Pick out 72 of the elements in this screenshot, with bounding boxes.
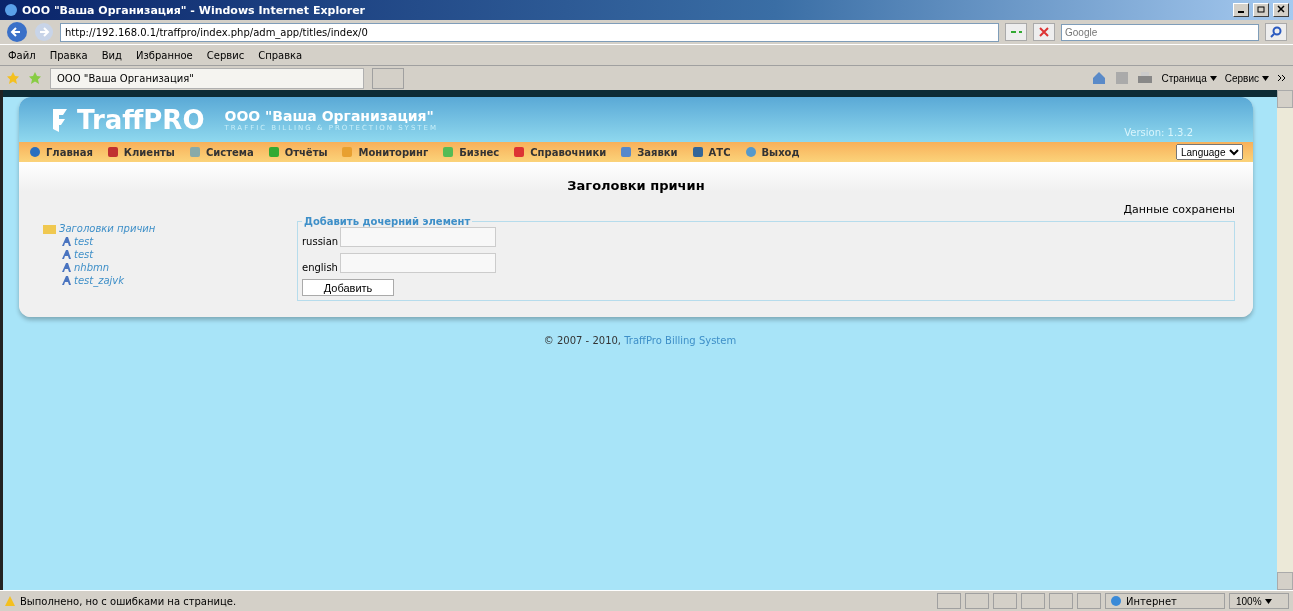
caret-icon bbox=[1264, 598, 1272, 604]
status-pane bbox=[965, 593, 989, 609]
printer-icon[interactable] bbox=[1137, 71, 1154, 85]
status-pane bbox=[1021, 593, 1045, 609]
saved-notice: Данные сохранены bbox=[1122, 203, 1235, 216]
browser-tab[interactable]: ООО "Ваша Организация" bbox=[50, 67, 364, 89]
new-tab-button[interactable] bbox=[372, 67, 404, 89]
command-button[interactable]: Страница bbox=[1161, 72, 1217, 84]
nav-item[interactable]: Отчёты bbox=[267, 146, 328, 158]
version-label: Version: 1.3.2 bbox=[1124, 127, 1193, 138]
address-url: http://192.168.0.1/traffpro/index.php/adm_app/titles/index/0 bbox=[65, 26, 368, 38]
close-icon bbox=[1276, 4, 1286, 14]
menu-item[interactable]: Вид bbox=[101, 49, 122, 61]
add-button[interactable]: Добавить bbox=[302, 279, 394, 296]
nav-item[interactable]: Выход bbox=[744, 146, 800, 158]
menu-item[interactable]: Справка bbox=[258, 49, 303, 61]
menu-item[interactable]: Правка bbox=[49, 49, 88, 61]
menu-item[interactable]: Сервис bbox=[206, 49, 245, 61]
status-pane bbox=[1077, 593, 1101, 609]
star-icon[interactable] bbox=[6, 71, 20, 85]
caret-icon bbox=[1262, 75, 1269, 81]
status-pane bbox=[993, 593, 1017, 609]
input-field[interactable] bbox=[340, 227, 497, 247]
language-select[interactable]: Language bbox=[1176, 144, 1243, 160]
stop-button[interactable] bbox=[1033, 23, 1055, 41]
field-label: russian bbox=[302, 236, 339, 247]
security-zone: Интернет bbox=[1105, 593, 1225, 609]
zoom-button[interactable]: 100% bbox=[1229, 593, 1289, 609]
nav-item[interactable]: Бизнес bbox=[442, 146, 500, 158]
folder-icon bbox=[43, 223, 57, 234]
field-label: english bbox=[302, 262, 338, 273]
search-button[interactable] bbox=[1265, 23, 1287, 41]
page-title: Заголовки причин bbox=[566, 178, 706, 193]
nav-item[interactable]: Клиенты bbox=[106, 146, 175, 158]
forward-icon[interactable] bbox=[34, 22, 54, 42]
nav-item[interactable]: Справочники bbox=[513, 146, 607, 158]
letter-a-icon bbox=[61, 236, 72, 247]
status-pane bbox=[937, 593, 961, 609]
back-icon[interactable] bbox=[6, 21, 28, 43]
input-field[interactable] bbox=[339, 253, 496, 273]
nav-item[interactable]: АТС bbox=[691, 146, 731, 158]
refresh-button[interactable] bbox=[1005, 23, 1027, 41]
menu-item[interactable]: Файл bbox=[8, 49, 36, 61]
address-field[interactable]: http://192.168.0.1/traffpro/index.php/adm_app/titles/index/0 bbox=[60, 22, 999, 42]
scrollbar[interactable] bbox=[1277, 90, 1293, 590]
close-button[interactable] bbox=[1273, 3, 1289, 17]
status-pane bbox=[1049, 593, 1073, 609]
restore-button[interactable] bbox=[1253, 3, 1269, 17]
search-field[interactable]: Google bbox=[1061, 23, 1259, 41]
nav-item[interactable]: Главная bbox=[29, 146, 93, 158]
organization-name: ООО "Ваша Организация" bbox=[224, 107, 434, 124]
command-button[interactable]: Сервис bbox=[1224, 72, 1269, 84]
logo-text: TraffPRO bbox=[77, 104, 205, 135]
chevron-icon[interactable] bbox=[1277, 74, 1287, 82]
nav-item[interactable]: Система bbox=[188, 146, 254, 158]
nav-item[interactable]: Заявки bbox=[620, 146, 678, 158]
minimize-button[interactable] bbox=[1233, 3, 1249, 17]
form-legend: Добавить дочерний элемент bbox=[302, 216, 473, 227]
copyright-text: © 2007 - 2010, bbox=[543, 335, 623, 346]
status-text: Выполнено, но с ошибками на странице. bbox=[20, 595, 238, 607]
warning-icon bbox=[4, 595, 16, 607]
letter-a-icon bbox=[61, 249, 72, 260]
add-favorite-icon[interactable] bbox=[28, 71, 42, 85]
minimize-icon bbox=[1238, 11, 1244, 13]
close-icon bbox=[1039, 27, 1049, 37]
letter-a-icon bbox=[61, 262, 72, 273]
letter-a-icon bbox=[61, 275, 72, 286]
window-title: ООО "Ваша Организация" - Windows Internet Explorer bbox=[22, 3, 367, 17]
caret-icon bbox=[1209, 75, 1217, 81]
restore-icon bbox=[1256, 4, 1266, 14]
menu-item[interactable]: Избранное bbox=[136, 49, 193, 61]
nav-item[interactable]: Мониторинг bbox=[341, 146, 429, 158]
